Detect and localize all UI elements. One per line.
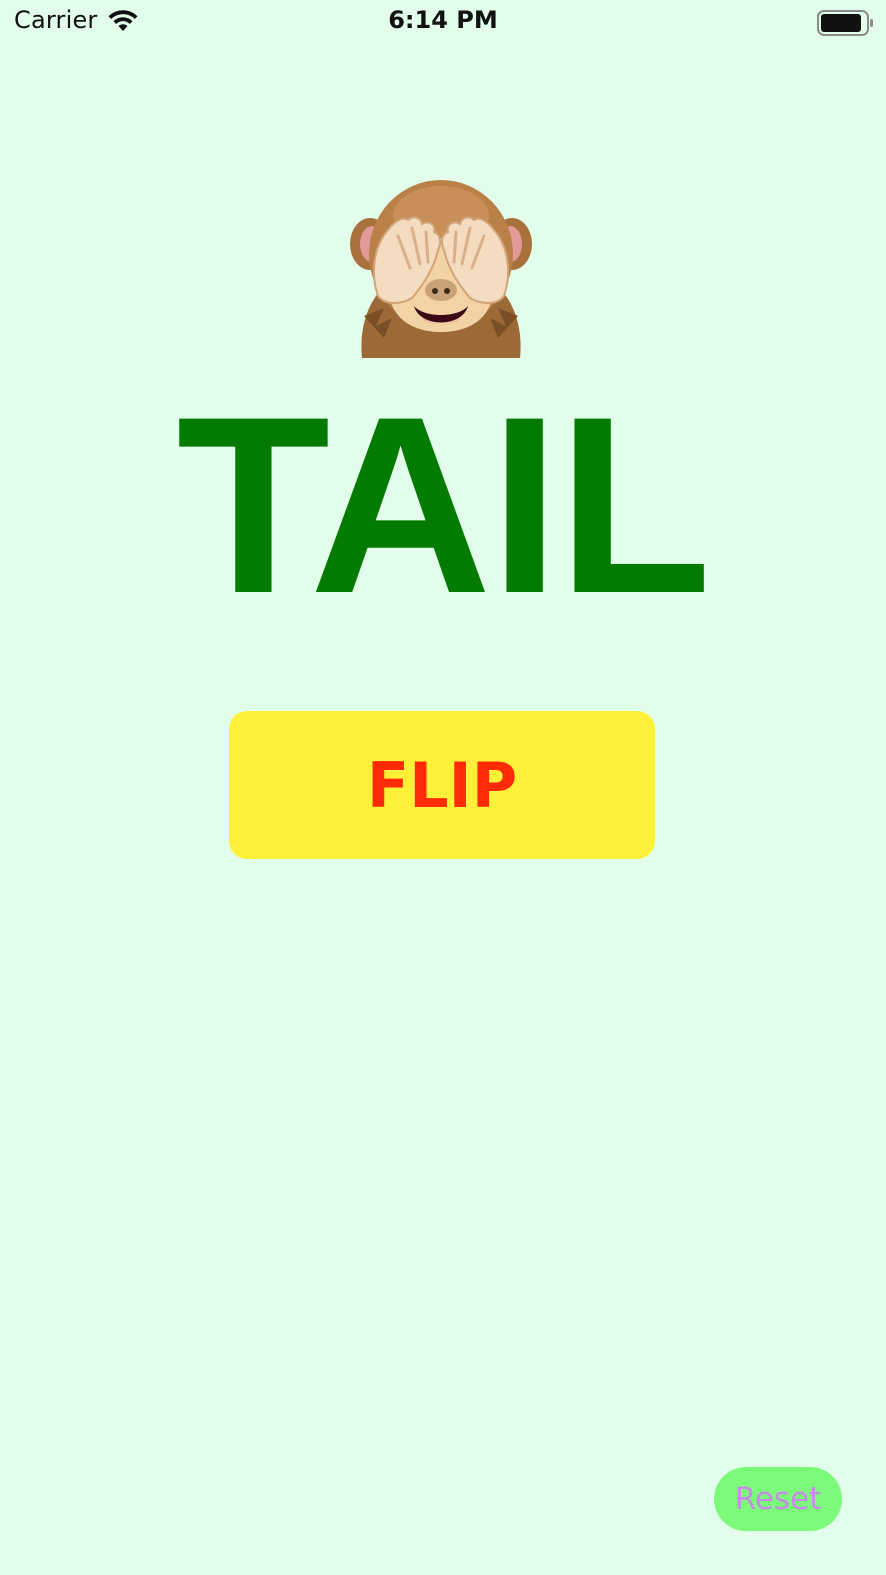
- flip-button-label: FLIP: [366, 748, 518, 822]
- status-bar: Carrier 6:14 PM: [0, 0, 886, 44]
- see-no-evil-monkey-icon: [350, 180, 532, 358]
- reset-button[interactable]: Reset: [714, 1467, 842, 1531]
- coin-result-label: TAIL: [176, 365, 711, 646]
- reset-button-label: Reset: [734, 1481, 822, 1517]
- flip-button[interactable]: FLIP: [229, 711, 655, 859]
- status-time: 6:14 PM: [388, 6, 498, 34]
- battery-icon: [817, 10, 873, 36]
